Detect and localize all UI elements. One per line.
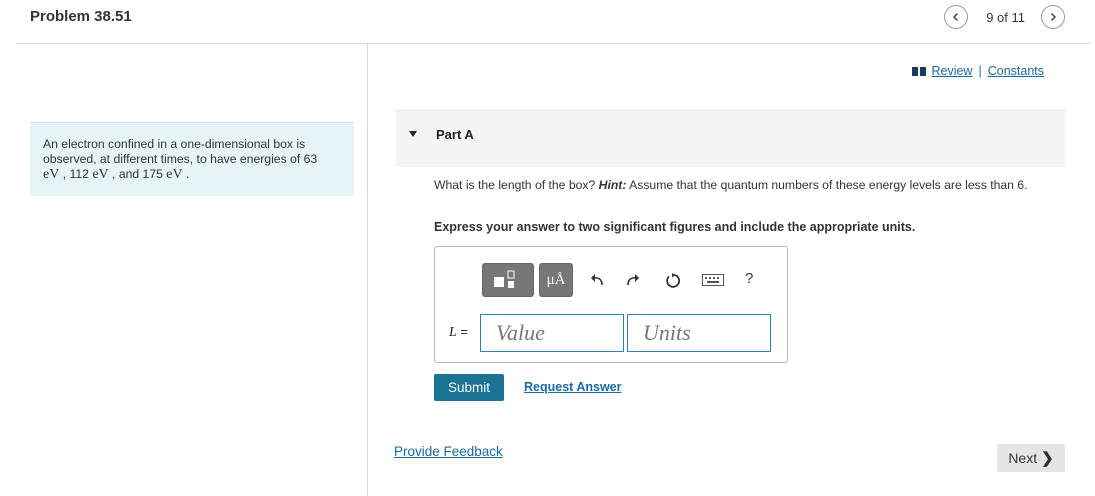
energy-value-2: 112 [69, 167, 89, 181]
undo-button[interactable] [588, 271, 606, 289]
chevron-right-icon: ❯ [1041, 450, 1054, 467]
reset-icon [666, 273, 681, 288]
next-label: Next [1008, 450, 1038, 466]
equals-sign: = [456, 324, 469, 339]
review-link[interactable]: Review [931, 64, 972, 78]
submit-button[interactable]: Submit [434, 374, 504, 401]
keyboard-icon [702, 274, 724, 286]
problem-statement: An electron confined in a one-dimensiona… [30, 122, 354, 196]
next-problem-button[interactable] [1041, 5, 1065, 29]
value-input[interactable]: Value [480, 314, 624, 352]
problem-separator-2: , and [108, 167, 143, 181]
variable-name: L [449, 325, 457, 340]
part-a-header[interactable]: Part A [396, 110, 1065, 167]
chevron-right-icon [1050, 12, 1057, 22]
question-text: What is the length of the box? Hint: Ass… [434, 178, 1064, 193]
energy-value-3: 175 [142, 167, 163, 181]
reset-button[interactable] [664, 271, 682, 289]
previous-problem-button[interactable] [944, 5, 969, 29]
header-divider [16, 43, 1091, 44]
book-icon [912, 66, 927, 76]
problem-separator-1: , [59, 167, 70, 181]
part-label: Part A [436, 127, 474, 142]
problem-pager: 9 of 11 [944, 5, 1065, 29]
answer-instruction: Express your answer to two significant f… [434, 220, 916, 234]
problem-end: . [182, 167, 190, 181]
hint-label: Hint: [598, 178, 627, 192]
help-button[interactable]: ? [745, 270, 753, 287]
energy-unit-3: eV [166, 167, 183, 182]
pager-count: 9 of 11 [986, 9, 1025, 25]
answer-box: μÅ ? L = Value Units [434, 246, 788, 363]
keyboard-button[interactable] [702, 271, 724, 289]
templates-button[interactable] [482, 263, 534, 297]
constants-link[interactable]: Constants [988, 64, 1044, 78]
provide-feedback-link[interactable]: Provide Feedback [394, 444, 503, 459]
redo-icon [627, 274, 639, 286]
problem-title: Problem 38.51 [30, 8, 132, 25]
answer-variable-label: L = [449, 324, 468, 341]
chevron-left-icon [953, 12, 959, 22]
column-divider [367, 44, 368, 496]
request-answer-link[interactable]: Request Answer [524, 380, 621, 394]
templates-icon [494, 270, 515, 288]
units-input[interactable]: Units [627, 314, 771, 352]
collapse-triangle-icon[interactable] [409, 131, 417, 137]
link-separator: | [978, 64, 982, 78]
top-bar: Problem 38.51 9 of 11 [0, 0, 1095, 44]
question-main: What is the length of the box? [434, 178, 596, 192]
problem-text: An electron confined in a one-dimensiona… [43, 137, 318, 166]
redo-button[interactable] [624, 271, 642, 289]
energy-unit-2: eV [92, 167, 109, 182]
hint-text: Assume that the quantum numbers of these… [629, 178, 1028, 192]
units-symbol-button[interactable]: μÅ [539, 263, 573, 297]
review-constants-links: Review | Constants [912, 64, 1044, 78]
next-button[interactable]: Next ❯ [997, 444, 1065, 472]
undo-icon [591, 274, 603, 286]
energy-unit-1: eV [43, 167, 60, 182]
